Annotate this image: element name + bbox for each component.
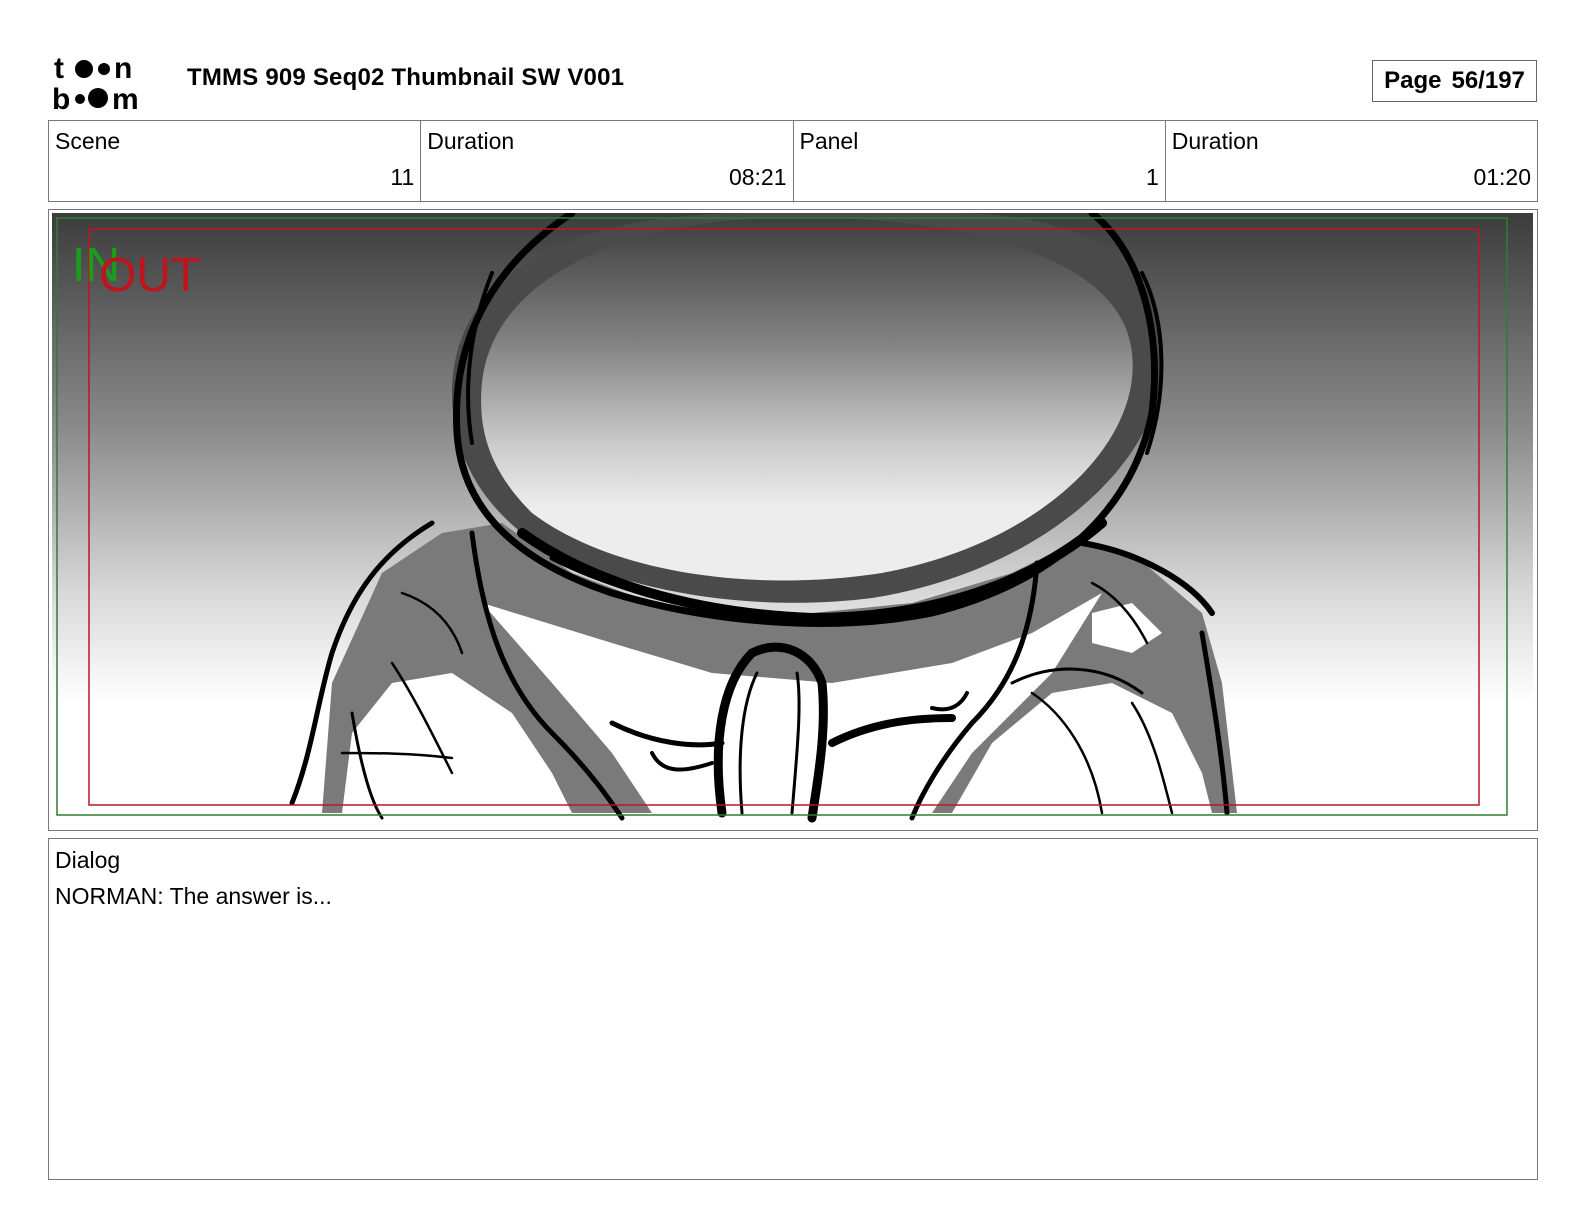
scene-value: 11 (390, 164, 415, 190)
panel-duration-cell: Duration 01:20 (1166, 121, 1537, 201)
dialog-box: Dialog NORMAN: The answer is... (48, 838, 1538, 1180)
svg-text:t: t (54, 52, 64, 85)
svg-text:b: b (52, 83, 70, 112)
dialog-label: Dialog (55, 847, 121, 873)
document-title: TMMS 909 Seq02 Thumbnail SW V001 (187, 64, 625, 91)
page-number: 56/197 (1451, 67, 1525, 94)
scene-duration-label: Duration (427, 128, 515, 154)
panel-sketch: IN OUT (52, 213, 1533, 825)
out-marker: OUT (99, 249, 200, 302)
svg-text:n: n (114, 52, 132, 85)
scene-duration-value: 08:21 (728, 164, 787, 190)
scene-info-row: Scene 11 Duration 08:21 Panel 1 Duration… (48, 120, 1538, 202)
page-indicator: Page 56/197 (1372, 60, 1537, 102)
scene-duration-cell: Duration 08:21 (421, 121, 794, 201)
svg-text:m: m (112, 83, 139, 112)
panel-value: 1 (1145, 164, 1159, 190)
storyboard-panel: IN OUT (48, 209, 1538, 831)
page-label: Page (1384, 67, 1442, 94)
panel-duration-label: Duration (1171, 128, 1259, 154)
dialog-text: NORMAN: The answer is... (55, 883, 332, 909)
toonboom-logo: t n b m toon (52, 52, 164, 116)
scene-label: Scene (55, 128, 121, 154)
scene-cell: Scene 11 (49, 121, 422, 201)
panel-cell: Panel 1 (794, 121, 1166, 201)
panel-duration-value: 01:20 (1473, 164, 1531, 190)
panel-label: Panel (799, 128, 859, 154)
